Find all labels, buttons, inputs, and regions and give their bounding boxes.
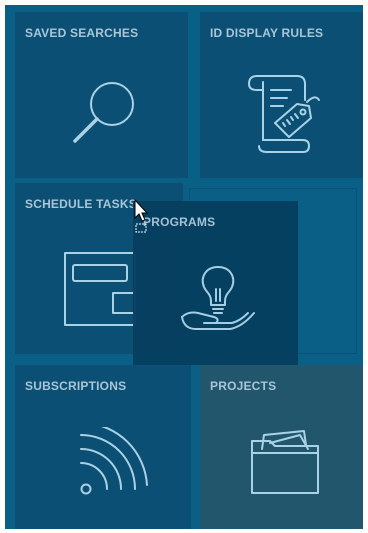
window-layout-icon bbox=[63, 251, 138, 331]
tile-subscriptions[interactable]: SUBSCRIPTIONS bbox=[15, 365, 191, 529]
tile-label: PROJECTS bbox=[210, 379, 277, 393]
tile-programs-dragging[interactable]: PROGRAMS bbox=[133, 201, 298, 365]
tile-label: SCHEDULE TASKS bbox=[25, 197, 137, 211]
magnifier-icon bbox=[67, 72, 147, 152]
tile-label: PROGRAMS bbox=[143, 215, 216, 229]
scroll-tag-icon bbox=[245, 68, 325, 153]
tile-dashboard: SAVED SEARCHES ID DISPLAY RULES SCHEDULE… bbox=[5, 5, 363, 529]
hand-lightbulb-icon bbox=[178, 261, 258, 336]
tile-label: SAVED SEARCHES bbox=[25, 26, 139, 40]
mouse-cursor-icon bbox=[133, 198, 153, 238]
tile-projects[interactable]: PROJECTS bbox=[200, 365, 363, 529]
tile-id-display-rules[interactable]: ID DISPLAY RULES bbox=[200, 12, 363, 178]
folder-documents-icon bbox=[248, 427, 323, 497]
tile-saved-searches[interactable]: SAVED SEARCHES bbox=[15, 12, 188, 178]
rss-feed-icon bbox=[75, 427, 155, 502]
tile-label: ID DISPLAY RULES bbox=[210, 26, 324, 40]
tile-label: SUBSCRIPTIONS bbox=[25, 379, 127, 393]
